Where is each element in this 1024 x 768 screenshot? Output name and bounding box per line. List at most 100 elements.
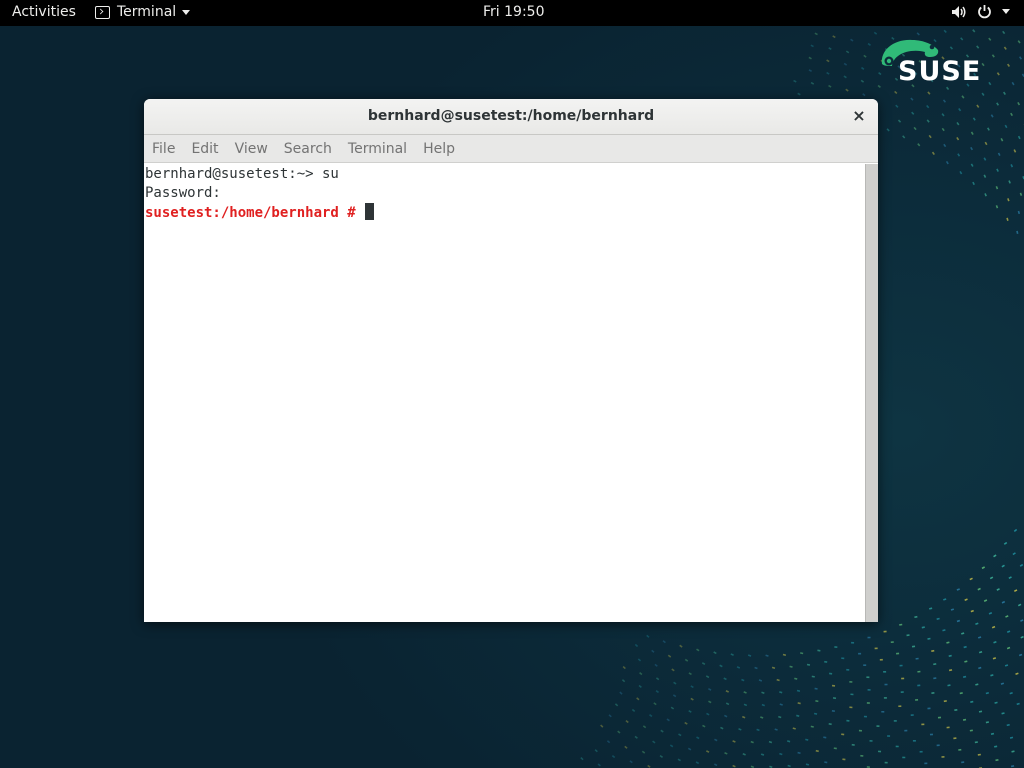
menu-view[interactable]: View xyxy=(235,141,268,157)
wallpaper-dot xyxy=(1006,630,1011,634)
wallpaper-dot xyxy=(1005,615,1009,618)
wallpaper-dot xyxy=(714,738,718,742)
wallpaper-dot xyxy=(924,762,928,765)
wallpaper-dot xyxy=(813,712,818,715)
wallpaper-dot xyxy=(961,95,965,99)
wallpaper-dot xyxy=(902,135,906,139)
wallpaper-dot xyxy=(996,102,1000,106)
menu-terminal[interactable]: Terminal xyxy=(348,141,407,157)
wallpaper-dot xyxy=(963,645,967,649)
wallpaper-dot xyxy=(917,143,921,147)
wallpaper-dot xyxy=(817,649,821,652)
wallpaper-dot xyxy=(985,692,989,695)
wallpaper-dot xyxy=(624,745,628,749)
wallpaper-dot xyxy=(913,126,917,131)
wallpaper-dot xyxy=(863,715,868,718)
wallpaper-dot xyxy=(921,626,925,629)
wallpaper-dot xyxy=(779,703,783,706)
wallpaper-dot xyxy=(901,677,905,680)
wallpaper-dot xyxy=(760,753,765,756)
wallpaper-dot xyxy=(972,29,976,33)
wallpaper-dot xyxy=(754,666,758,670)
wallpaper-dot xyxy=(984,141,988,146)
wallpaper-dot xyxy=(996,72,1000,76)
wallpaper-dot xyxy=(625,720,629,724)
wallpaper-dot xyxy=(984,193,987,197)
window-titlebar[interactable]: bernhard@susetest:/home/bernhard × xyxy=(144,99,878,135)
system-menu[interactable] xyxy=(951,4,1010,19)
wallpaper-dot xyxy=(608,714,612,718)
wallpaper-dot xyxy=(863,54,867,58)
menu-search[interactable]: Search xyxy=(284,141,332,157)
wallpaper-dot xyxy=(1013,149,1017,153)
wallpaper-dot xyxy=(792,727,796,730)
wallpaper-dot xyxy=(981,566,986,570)
wallpaper-dot xyxy=(1018,653,1023,657)
wallpaper-dot xyxy=(761,703,765,707)
wallpaper-dot xyxy=(862,93,866,97)
wallpaper-dot xyxy=(708,700,712,704)
wallpaper-dot xyxy=(1008,180,1011,184)
wallpaper-dot xyxy=(831,709,836,712)
app-menu[interactable]: Terminal xyxy=(95,4,191,20)
wallpaper-dot xyxy=(1013,528,1018,532)
wallpaper-dot xyxy=(850,38,854,42)
menu-edit[interactable]: Edit xyxy=(191,141,218,157)
wallpaper-dot xyxy=(671,668,675,672)
activities-button[interactable]: Activities xyxy=(12,4,76,20)
wallpaper-dot xyxy=(1008,576,1012,580)
wallpaper-dot xyxy=(919,750,923,753)
wallpaper-dot xyxy=(642,725,647,729)
wallpaper-dot xyxy=(779,752,783,756)
wallpaper-dot xyxy=(863,664,867,666)
terminal-line: susetest:/home/bernhard # xyxy=(145,203,865,223)
wallpaper-dot xyxy=(975,622,979,625)
clock[interactable]: Fri 19:50 xyxy=(483,4,544,20)
wallpaper-dot xyxy=(678,733,682,737)
wallpaper-dot xyxy=(638,684,642,689)
wallpaper-dot xyxy=(651,649,655,653)
wallpaper-dot xyxy=(969,577,973,581)
wallpaper-dot xyxy=(652,740,656,744)
wallpaper-dot xyxy=(611,755,616,759)
wallpaper-dot xyxy=(742,715,746,719)
wallpaper-dot xyxy=(1019,192,1023,196)
close-icon[interactable]: × xyxy=(850,107,868,125)
wallpaper-dot xyxy=(931,151,935,156)
wallpaper-dot xyxy=(1020,635,1024,639)
wallpaper-dot xyxy=(959,692,963,695)
wallpaper-dot xyxy=(943,598,947,601)
wallpaper-dot xyxy=(732,764,736,768)
wallpaper-dot xyxy=(958,748,962,751)
wallpaper-dot xyxy=(995,186,999,190)
wallpaper-dot xyxy=(900,691,904,693)
wallpaper-dot xyxy=(1004,664,1009,667)
wallpaper-dot xyxy=(619,691,623,695)
menu-bar: File Edit View Search Terminal Help xyxy=(144,135,878,163)
wallpaper-dot xyxy=(956,137,960,141)
wallpaper-dot xyxy=(634,643,639,648)
wallpaper-dot xyxy=(978,650,983,654)
wallpaper-dot xyxy=(810,44,814,48)
wallpaper-dot xyxy=(580,757,584,761)
wallpaper-dot xyxy=(990,732,995,735)
menu-help[interactable]: Help xyxy=(423,141,455,157)
wallpaper-dot xyxy=(997,152,1001,156)
terminal-window[interactable]: bernhard@susetest:/home/bernhard × File … xyxy=(144,99,878,622)
wallpaper-dot xyxy=(741,678,745,682)
wallpaper-dot xyxy=(915,657,919,660)
wallpaper-dot xyxy=(866,702,870,704)
menu-file[interactable]: File xyxy=(152,141,175,157)
wallpaper-dot xyxy=(808,56,812,60)
wallpaper-dot xyxy=(894,90,898,95)
wallpaper-dot xyxy=(724,714,728,718)
suse-logo: SUSE xyxy=(878,36,988,88)
wallpaper-dot xyxy=(890,641,894,644)
wallpaper-dot xyxy=(794,677,798,680)
wallpaper-dot xyxy=(760,716,764,719)
terminal-scrollbar[interactable] xyxy=(865,164,878,622)
terminal-output[interactable]: bernhard@susetest:~> su Password: susetest… xyxy=(144,164,865,622)
wallpaper-dot xyxy=(886,128,890,132)
wallpaper-dot xyxy=(895,745,899,748)
wallpaper-dot xyxy=(972,181,975,186)
